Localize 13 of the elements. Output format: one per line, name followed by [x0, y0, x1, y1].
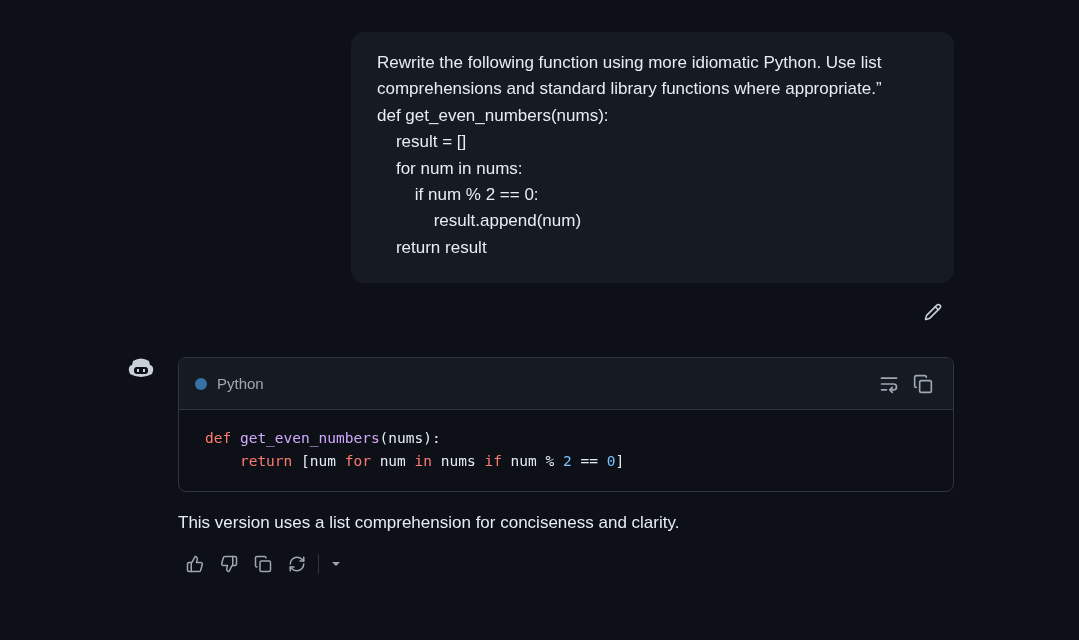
message-line: Rewrite the following function using more idiomatic Python. Use list comprehensions and standard library functions where appropriate.” — [377, 52, 883, 101]
message-line: result.append(num) — [432, 210, 583, 233]
response-text: This version uses a list comprehension for conciseness and clarity. — [178, 513, 681, 534]
robot-avatar-icon — [128, 357, 154, 380]
message-line: for num in nums: — [394, 157, 524, 180]
code-line: return [num for num in nums if num % 2 == 0] — [238, 452, 626, 472]
message-line: def get_even_numbers(nums): — [377, 104, 610, 127]
language-label: Python — [217, 375, 264, 393]
code-line: def get_even_numbers(nums): — [205, 429, 442, 449]
message-line: return result — [394, 236, 488, 259]
message-line: result = [] — [394, 131, 468, 154]
message-line: if num % 2 == 0: — [413, 184, 540, 207]
language-dot — [195, 377, 207, 390]
